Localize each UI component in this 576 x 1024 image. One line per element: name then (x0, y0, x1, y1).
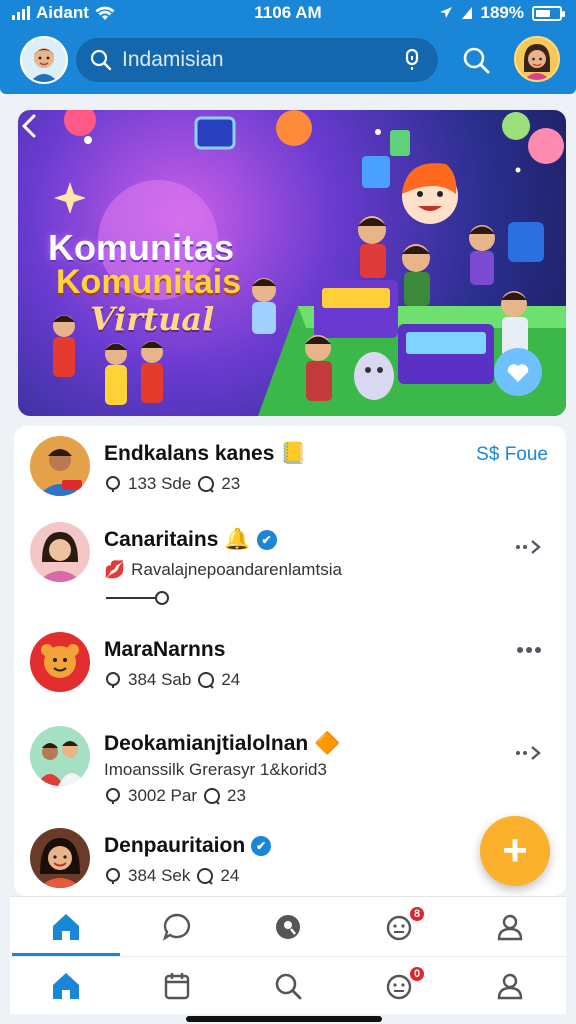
battery-percent: 189% (480, 3, 524, 22)
member-name: Endkalans kanes (104, 442, 275, 465)
location-arrow-icon (439, 7, 452, 18)
tab-home[interactable] (10, 957, 121, 1014)
notification-badge: 0 (408, 965, 427, 983)
battery-icon (532, 5, 565, 21)
tab-profile[interactable] (455, 897, 566, 956)
user-avatar-right[interactable] (514, 36, 560, 82)
member-stat-primary: 384 Sab (128, 670, 192, 689)
chevron-left-icon[interactable] (18, 110, 42, 142)
search-input[interactable]: Indamisian (122, 48, 392, 72)
notification-badge: 8 (408, 905, 427, 923)
diamond-emoji-icon: 🔶 (314, 732, 341, 755)
home-icon (52, 972, 79, 999)
member-stat-comments: 23 (221, 474, 241, 493)
avatar (30, 436, 90, 496)
list-item[interactable]: Deokamianjtialolnan 🔶 Imoanssilk Grerasy… (14, 716, 566, 816)
share-arrow-icon[interactable] (514, 538, 544, 556)
tab-chat[interactable] (121, 897, 232, 956)
progress-slider[interactable] (104, 590, 174, 606)
status-bar: Aidant 1106 AM 189% (0, 0, 576, 26)
comment-icon (198, 476, 215, 493)
member-name: Denpauritaion (104, 834, 246, 857)
avatar (30, 828, 90, 888)
avatar (30, 632, 90, 692)
mic-icon (405, 48, 419, 70)
search-icon (275, 973, 302, 999)
community-feed: Endkalans kanes 📒 133 Sde 23 S$ Foue Can… (14, 426, 566, 896)
comment-icon (198, 672, 215, 689)
profile-icon (498, 914, 523, 940)
share-arrow-icon[interactable] (514, 744, 544, 762)
member-subtitle: Imoanssilk Grerasyr 1&korid3 (104, 760, 327, 779)
comment-icon (197, 868, 214, 885)
home-indicator[interactable] (186, 1016, 382, 1022)
member-stat-comments: 23 (227, 786, 246, 805)
signal-small-icon (461, 7, 472, 19)
tab-explore[interactable] (232, 897, 343, 956)
member-stat-primary: 133 Sde (128, 474, 192, 493)
profile-icon (498, 973, 523, 999)
member-stat-primary: 3002 Par (128, 786, 197, 805)
comment-icon (204, 788, 220, 805)
explore-icon (276, 914, 300, 939)
avatar (30, 726, 90, 786)
chat-icon (162, 913, 190, 941)
member-name: MaraNarnns (104, 638, 226, 661)
lips-emoji-icon: 💋 (104, 560, 126, 579)
location-pin-icon (106, 788, 120, 804)
tab-home[interactable] (10, 897, 121, 956)
member-name: Deokamianjtialolnan (104, 732, 309, 755)
location-pin-icon (106, 476, 120, 492)
tab-profile[interactable] (455, 957, 566, 1014)
verified-icon: ✔ (251, 836, 272, 856)
bell-emoji-icon: 🔔 (224, 528, 251, 551)
tab-bar-secondary: 0 (10, 956, 566, 1014)
search-bar[interactable]: Indamisian (76, 38, 438, 82)
calendar-icon (164, 972, 189, 999)
member-name: Canaritains (104, 528, 219, 551)
app-header: Aidant 1106 AM 189% Indamisian (0, 0, 576, 94)
list-item[interactable]: Canaritains 🔔 ✔ 💋 Ravalajnepoandarenlamt… (14, 512, 566, 616)
tab-calendar[interactable] (121, 957, 232, 1014)
location-pin-icon (106, 672, 120, 688)
community-banner[interactable]: Komunitas Komunitais Virtual (18, 110, 566, 416)
banner-title-line3: Virtual (90, 300, 215, 338)
member-stat-primary: 384 Sek (128, 866, 191, 885)
home-icon (52, 913, 79, 940)
member-stat-comments: 24 (221, 670, 241, 689)
tab-bar-primary: 8 (10, 896, 566, 956)
location-pin-icon (106, 868, 120, 884)
tab-notifications[interactable]: 8 (344, 897, 455, 956)
banner-title-line2: Komunitais (56, 263, 242, 301)
user-avatar-left[interactable] (20, 36, 68, 84)
list-item[interactable]: MaraNarnns 384 Sab 24 (14, 622, 566, 718)
list-item[interactable]: Endkalans kanes 📒 133 Sde 23 S$ Foue (14, 426, 566, 522)
verified-icon: ✔ (256, 530, 277, 550)
member-stat-comments: 24 (220, 866, 240, 885)
search-icon (463, 47, 490, 74)
add-post-button[interactable]: + (480, 816, 550, 886)
avatar (30, 522, 90, 582)
tab-notifications[interactable]: 0 (344, 957, 455, 1014)
member-subtitle: Ravalajnepoandarenlamtsia (131, 560, 342, 579)
search-icon (90, 49, 112, 71)
more-options-icon[interactable] (516, 646, 542, 654)
tab-search[interactable] (232, 957, 343, 1014)
voice-search-button[interactable] (392, 40, 432, 80)
notebook-emoji-icon: 📒 (280, 442, 307, 465)
follow-button[interactable]: S$ Foue (476, 444, 548, 466)
search-button[interactable] (456, 40, 496, 80)
